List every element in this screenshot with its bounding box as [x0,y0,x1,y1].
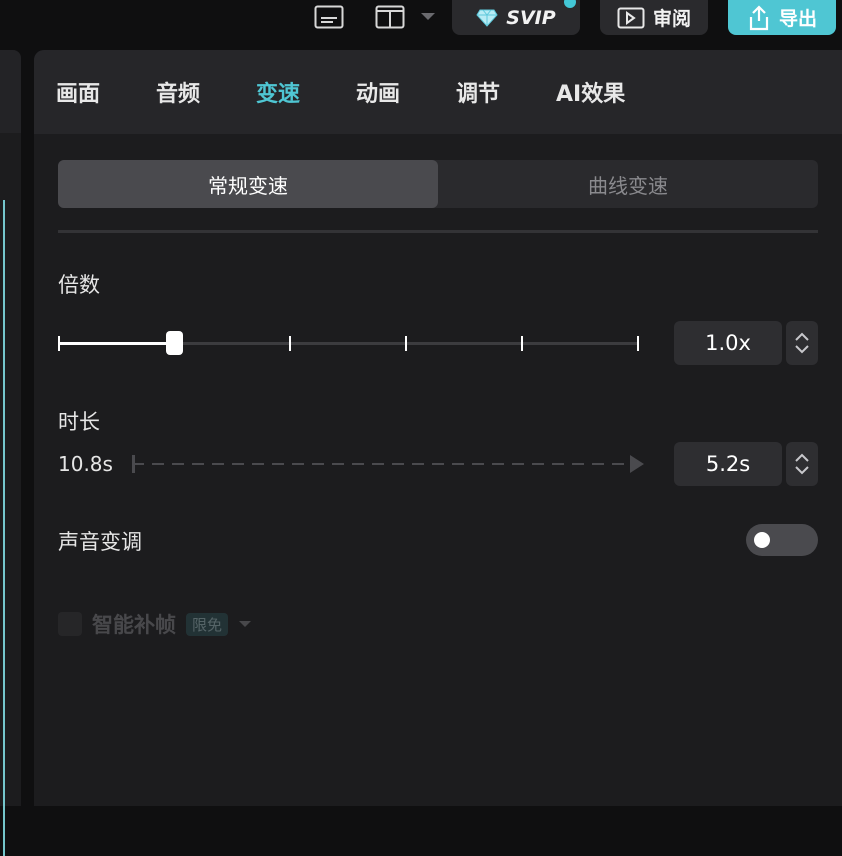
slider-tick [521,336,523,351]
tab-video[interactable]: 画面 [56,76,100,108]
diamond-icon [476,9,498,27]
inspector-panel: 画面 音频 变速 动画 调节 AI效果 常规变速 曲线变速 倍数 1.0x 时长… [34,50,842,806]
subtitle-icon[interactable] [312,0,346,34]
normal-speed-option[interactable]: 常规变速 [58,160,438,208]
multiplier-slider-fill [58,342,174,345]
preview-border [3,200,5,856]
smart-frame-label: 智能补帧 [92,613,176,637]
curve-speed-option[interactable]: 曲线变速 [438,160,818,208]
smart-frame-checkbox[interactable] [58,612,82,636]
slider-tick [637,336,639,351]
toggle-knob [754,532,770,548]
chevron-down-icon[interactable] [238,620,252,629]
free-badge: 限免 [186,612,229,636]
svip-label: SVIP [506,6,556,29]
tab-audio[interactable]: 音频 [156,76,200,108]
tab-animation[interactable]: 动画 [356,76,400,108]
multiplier-label: 倍数 [58,273,100,297]
review-button[interactable]: 审阅 [600,0,708,35]
preview-pane [0,50,21,856]
layout-icon[interactable] [374,0,406,34]
duration-stepper[interactable] [786,442,818,486]
chevron-down-icon[interactable] [418,0,438,34]
duration-label: 时长 [58,410,100,434]
pitch-label: 声音变调 [58,530,142,554]
slider-tick [289,336,291,351]
duration-arrow-line [132,463,632,465]
share-icon [749,4,769,30]
export-label: 导出 [778,8,817,30]
smart-frame-row: 智能补帧 限免 [58,610,252,638]
tab-ai-effects[interactable]: AI效果 [556,76,625,108]
preview-pane-header [0,50,21,133]
stepper-arrows-icon [795,453,809,475]
notification-dot [564,0,576,8]
top-toolbar: SVIP 审阅 导出 [0,0,842,46]
review-label: 审阅 [652,8,691,30]
speed-mode-switch: 常规变速 曲线变速 [58,160,818,208]
tab-adjust[interactable]: 调节 [456,76,500,108]
slider-tick [58,336,60,351]
export-button[interactable]: 导出 [728,0,836,35]
tab-speed[interactable]: 变速 [256,76,300,108]
tab-bar: 画面 音频 变速 动画 调节 AI效果 [34,50,842,134]
multiplier-stepper[interactable] [786,321,818,365]
slider-tick [405,336,407,351]
duration-input[interactable]: 5.2s [674,442,782,486]
duration-arrow-head [630,455,644,473]
svip-button[interactable]: SVIP [452,0,580,35]
multiplier-slider-thumb[interactable] [166,331,183,355]
original-duration: 10.8s [58,452,113,476]
stepper-arrows-icon [795,332,809,354]
review-icon [617,7,645,28]
divider [58,230,818,233]
pitch-toggle[interactable] [746,524,818,556]
multiplier-input[interactable]: 1.0x [674,321,782,365]
